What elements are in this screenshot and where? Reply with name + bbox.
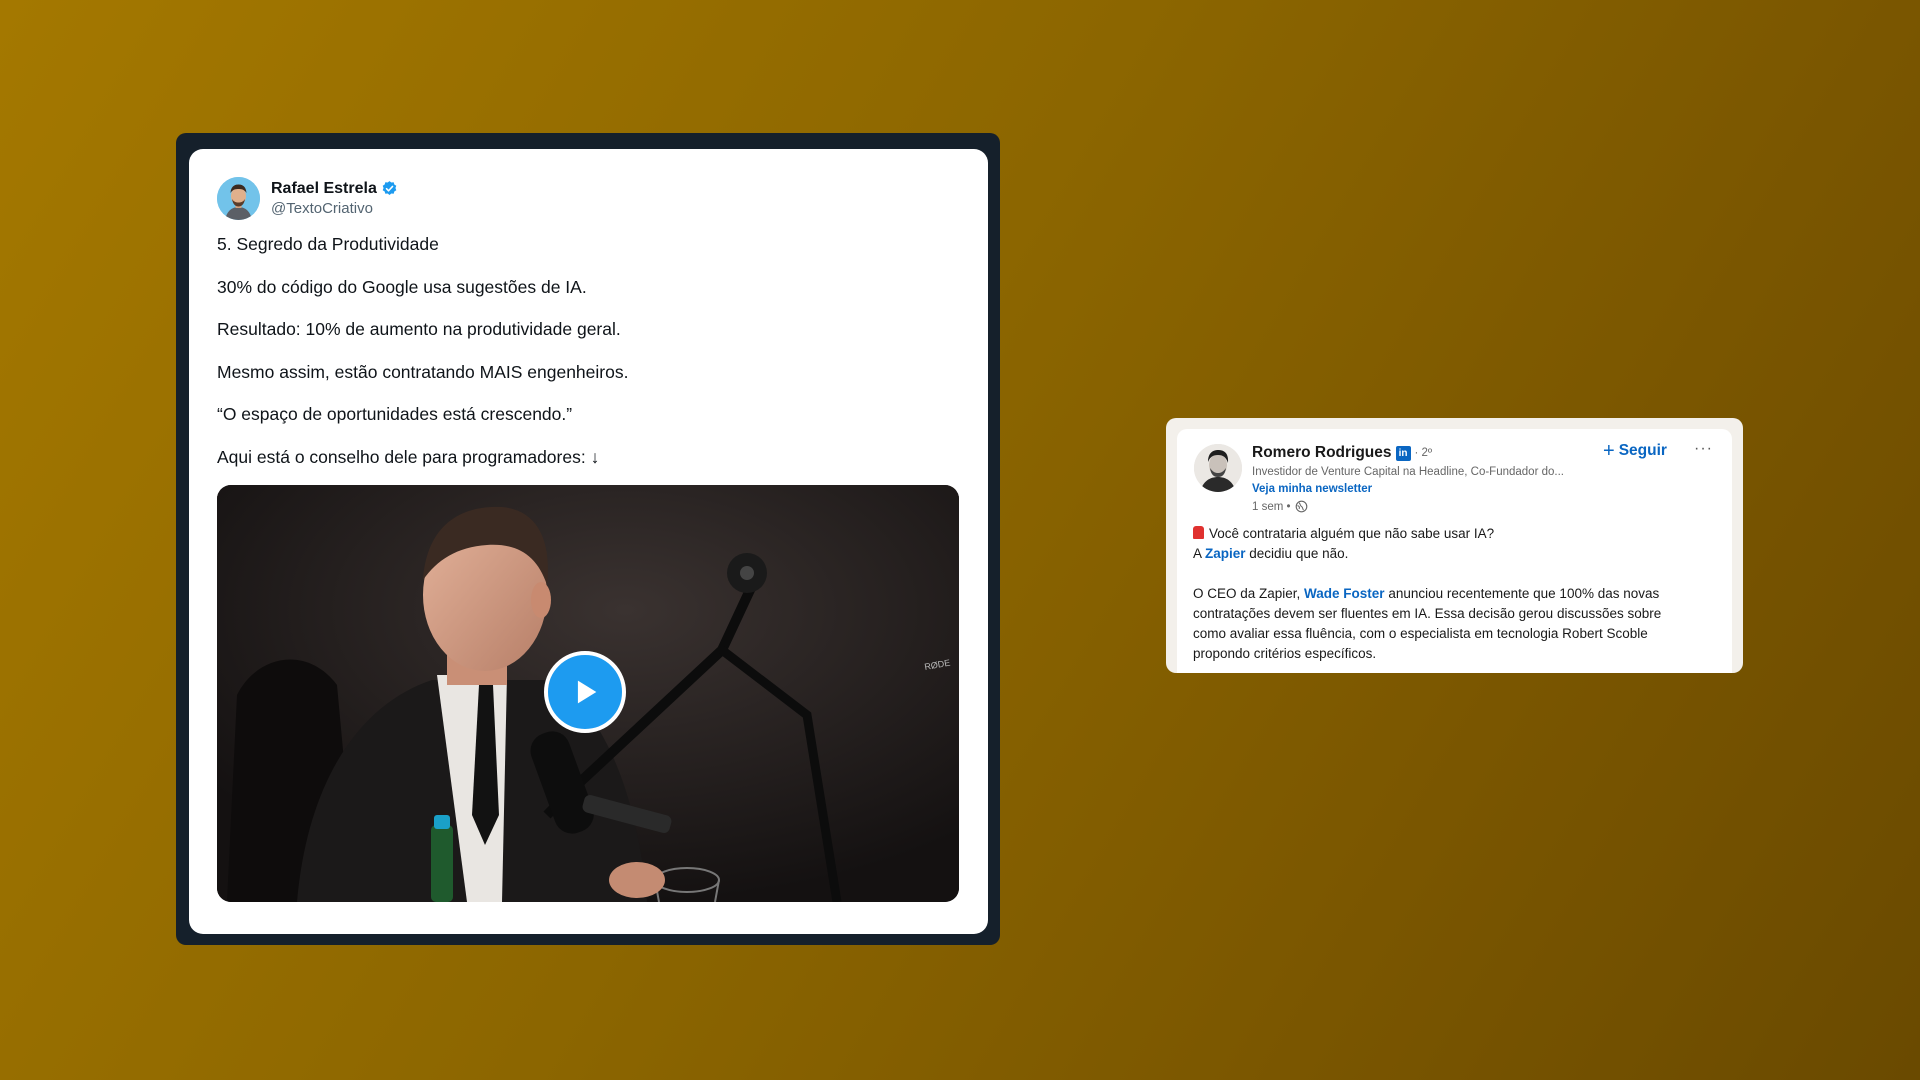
plus-icon: + (1603, 440, 1615, 462)
post-line: propondo critérios específicos. (1193, 646, 1377, 661)
author-name[interactable]: Romero Rodrigues (1252, 444, 1392, 462)
post-line: contratações devem ser fluentes em IA. E… (1193, 606, 1662, 621)
more-options-icon[interactable]: ··· (1694, 440, 1713, 458)
linkedin-icon: in (1395, 445, 1411, 461)
tweet-line: Aqui está o conselho dele para programad… (217, 446, 600, 467)
post-time: 1 sem • (1252, 500, 1291, 513)
post-line: O CEO da Zapier, Wade Foster anunciou re… (1193, 584, 1713, 604)
tweet-text: 5. Segredo da Produtividade 30% do códig… (217, 233, 957, 488)
play-button[interactable] (544, 651, 626, 733)
avatar[interactable] (1194, 444, 1242, 492)
tweet-card-frame: Rafael Estrela @TextoCriativo 5. Segredo… (176, 133, 1000, 945)
avatar-portrait-icon (1194, 444, 1242, 492)
tweet-line: 5. Segredo da Produtividade (217, 234, 439, 254)
post-text: O CEO da Zapier, (1193, 586, 1305, 601)
tweet-card: Rafael Estrela @TextoCriativo 5. Segredo… (189, 149, 988, 934)
globe-icon (1295, 500, 1307, 513)
avatar[interactable] (217, 176, 260, 220)
mention-wade-foster[interactable]: Wade Foster (1304, 586, 1385, 601)
post-text: A (1193, 546, 1206, 561)
verified-badge-icon (382, 181, 397, 195)
author-headline: Investidor de Venture Capital na Headlin… (1252, 466, 1564, 478)
tweet-header: Rafael Estrela @TextoCriativo (217, 176, 398, 220)
tweet-line: “O espaço de oportunidades está crescend… (217, 404, 573, 424)
tweet-line: Mesmo assim, estão contratando MAIS enge… (217, 361, 629, 382)
tweet-line: Resultado: 10% de aumento na produtivida… (217, 319, 621, 339)
post-text: decidiu que não. (1245, 546, 1349, 561)
video-player[interactable]: RØDE (217, 485, 959, 902)
newsletter-link[interactable]: Veja minha newsletter (1252, 483, 1372, 495)
post-line: como avaliar essa fluência, com o especi… (1193, 626, 1648, 641)
author-handle[interactable]: @TextoCriativo (271, 200, 398, 217)
linkedin-card-frame: Romero Rodrigues in · 2º Investidor de V… (1166, 418, 1743, 673)
follow-label: Seguir (1618, 442, 1667, 459)
follow-button[interactable]: + Seguir (1603, 440, 1667, 462)
play-icon (577, 680, 597, 704)
tweet-line: 30% do código do Google usa sugestões de… (217, 276, 587, 297)
connection-degree: · 2º (1414, 447, 1433, 459)
post-body: Você contrataria alguém que não sabe usa… (1193, 524, 1713, 664)
avatar-portrait-icon (217, 176, 260, 220)
post-text: anunciou recentemente que 100% das novas (1384, 586, 1660, 601)
author-row: Romero Rodrigues in · 2º (1252, 444, 1432, 462)
post-timestamp: 1 sem • (1252, 500, 1308, 513)
siren-icon (1193, 526, 1204, 539)
linkedin-post-card: Romero Rodrigues in · 2º Investidor de V… (1177, 429, 1732, 673)
post-line: Você contrataria alguém que não sabe usa… (1193, 524, 1713, 544)
post-line: A Zapier decidiu que não. (1193, 544, 1713, 564)
mention-zapier[interactable]: Zapier (1205, 546, 1246, 561)
post-text: Você contrataria alguém que não sabe usa… (1209, 526, 1495, 541)
author-name[interactable]: Rafael Estrela (271, 180, 377, 198)
